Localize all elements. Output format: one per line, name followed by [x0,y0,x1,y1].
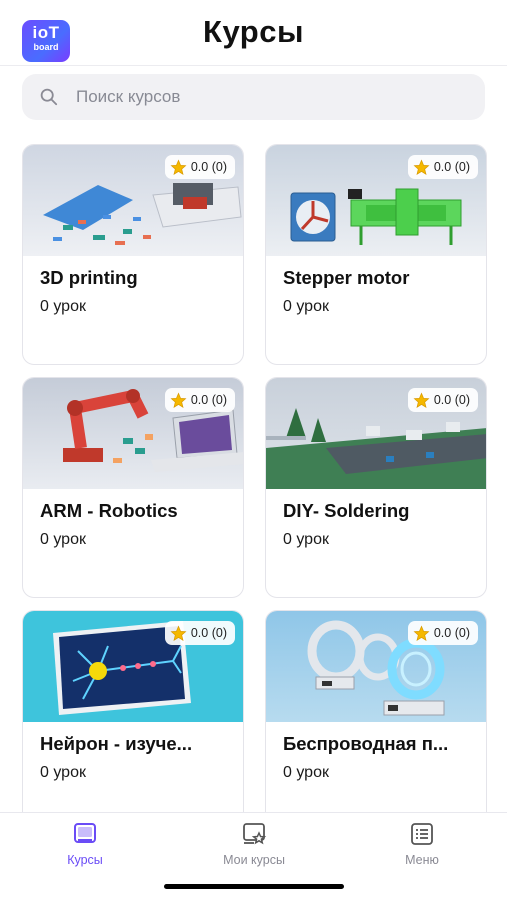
course-card-wireless[interactable]: 0.0 (0) Беспроводная п... 0 урок [265,610,487,831]
course-lesson-count: 0 урок [40,298,86,315]
star-icon [413,625,430,641]
tab-my-courses[interactable]: Мои курсы [194,821,314,867]
app-header: ioT board Курсы [0,0,507,66]
course-lesson-count: 0 урок [283,531,329,548]
star-icon [170,392,187,408]
tab-label: Мои курсы [223,853,285,867]
course-lesson-count: 0 урок [40,764,86,781]
rating-badge: 0.0 (0) [407,388,478,412]
rating-value: 0.0 (0) [433,393,470,407]
course-title: ARM - Robotics [40,500,178,521]
tab-label: Курсы [67,853,103,867]
rating-value: 0.0 (0) [433,160,470,174]
course-title: Беспроводная п... [283,733,449,754]
search-bar[interactable] [22,74,485,120]
search-icon [40,88,58,106]
course-card-stepper-motor[interactable]: 0.0 (0) Stepper motor 0 урок [265,144,487,365]
star-icon [413,392,430,408]
tab-courses[interactable]: Курсы [25,821,145,867]
home-indicator[interactable] [164,884,344,889]
course-card-neuron[interactable]: 0.0 (0) Нейрон - изуче... 0 урок [22,610,244,831]
course-lesson-count: 0 урок [40,531,86,548]
course-card-arm-robotics[interactable]: 0.0 (0) ARM - Robotics 0 урок [22,377,244,598]
book-icon [74,823,96,843]
course-title: Нейрон - изуче... [40,733,193,754]
tab-label: Меню [405,853,439,867]
rating-value: 0.0 (0) [190,160,227,174]
rating-value: 0.0 (0) [190,626,227,640]
rating-value: 0.0 (0) [433,626,470,640]
course-title: DIY- Soldering [283,500,410,521]
star-icon [170,159,187,175]
my-courses-icon [243,823,267,845]
course-card-diy-soldering[interactable]: 0.0 (0) DIY- Soldering 0 урок [265,377,487,598]
rating-value: 0.0 (0) [190,393,227,407]
search-input[interactable] [76,74,466,120]
rating-badge: 0.0 (0) [164,388,235,412]
menu-list-icon [411,823,433,845]
course-card-3d-printing[interactable]: 0.0 (0) 3D printing 0 урок [22,144,244,365]
course-lesson-count: 0 урок [283,298,329,315]
rating-badge: 0.0 (0) [164,621,235,645]
star-icon [170,625,187,641]
rating-badge: 0.0 (0) [407,155,478,179]
rating-badge: 0.0 (0) [407,621,478,645]
rating-badge: 0.0 (0) [164,155,235,179]
course-title: 3D printing [40,267,138,288]
page-title: Курсы [203,14,304,49]
tab-menu[interactable]: Меню [362,821,482,867]
course-title: Stepper motor [283,267,410,288]
course-lesson-count: 0 урок [283,764,329,781]
star-icon [413,159,430,175]
